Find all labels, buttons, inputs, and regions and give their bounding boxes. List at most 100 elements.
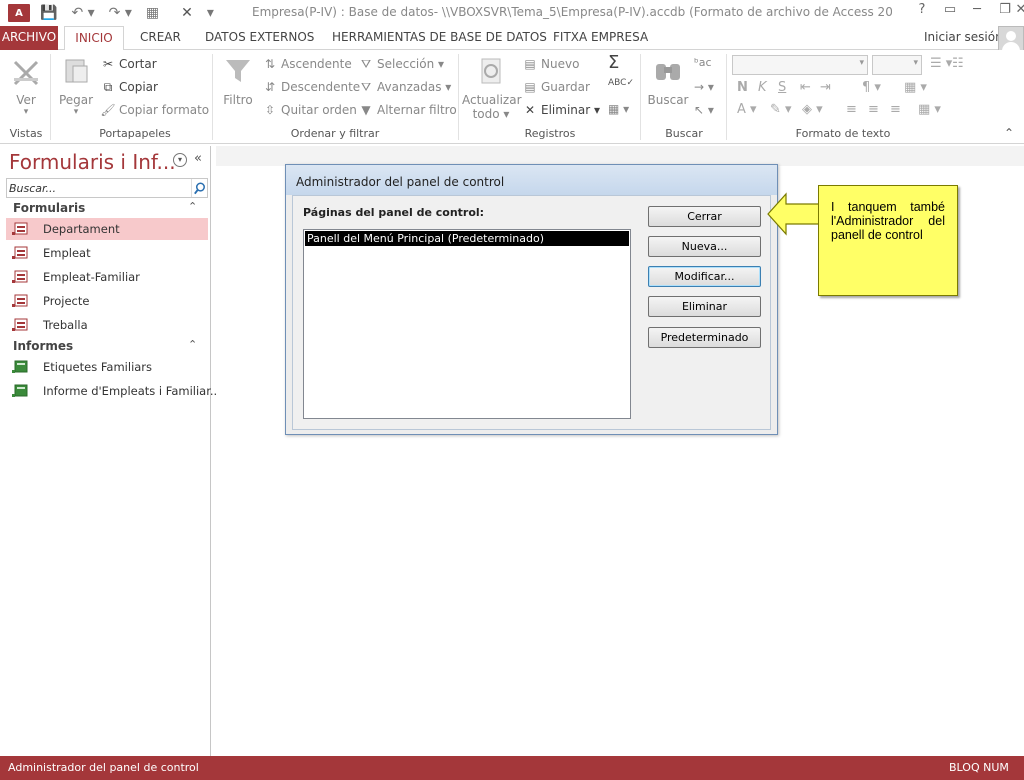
num-lock-indicator: BLOQ NUM	[949, 761, 1009, 774]
form-icon	[12, 294, 28, 307]
save-record-button[interactable]: ▤ Guardar	[522, 80, 590, 94]
cut-button[interactable]: ✂ Cortar	[100, 57, 157, 71]
selection-button[interactable]: ⛛ Selección ▾	[358, 57, 444, 72]
replace-icon[interactable]: ᵇac	[694, 56, 712, 69]
save-icon[interactable]: 💾	[40, 5, 57, 21]
tab-crear[interactable]: CREAR	[140, 26, 181, 50]
dialog-body: Páginas del panel de control: Panell del…	[292, 195, 771, 430]
form-icon	[12, 270, 28, 283]
close-object-icon[interactable]: ✕	[181, 5, 193, 21]
nav-item-treballa[interactable]: Treballa	[6, 314, 208, 336]
undo-icon[interactable]: ↶ ▾	[71, 5, 94, 21]
sort-ascending-button[interactable]: ⇅ Ascendente	[262, 57, 352, 71]
make-default-button[interactable]: Predeterminado	[648, 327, 761, 348]
nav-menu-chevron-icon[interactable]: ▾	[173, 153, 187, 167]
close-button[interactable]: Cerrar	[648, 206, 761, 227]
find-label: Buscar	[647, 93, 689, 107]
pages-list-label: Páginas del panel de control:	[303, 206, 485, 219]
customize-qat-icon[interactable]: ▦	[146, 5, 159, 21]
select-icon[interactable]: ↖ ▾	[694, 103, 714, 117]
sort-za-icon: ⇵	[264, 80, 276, 94]
minimize-button[interactable]: ─	[962, 2, 992, 17]
collapse-ribbon-icon[interactable]: ⌃	[1004, 126, 1014, 140]
alt-row-color-icon[interactable]: ▦ ▾	[918, 102, 941, 117]
nav-item-informe-empleats[interactable]: Informe d'Empleats i Familiar...	[6, 380, 221, 402]
bullets-icon[interactable]: ☰ ▾	[930, 56, 952, 71]
more-records-icon[interactable]: ▦ ▾	[608, 102, 629, 116]
collapse-section-icon[interactable]: ⌃	[188, 338, 197, 351]
spelling-icon[interactable]: ABC✓	[608, 78, 634, 88]
user-avatar[interactable]	[998, 26, 1024, 52]
refresh-all-button[interactable]: Actualizar todo ▾	[462, 56, 522, 121]
pages-list[interactable]: Panell del Menú Principal (Predeterminad…	[303, 229, 631, 419]
sign-in-link[interactable]: Iniciar sesión	[924, 30, 1003, 44]
bold-button[interactable]: N	[737, 80, 748, 95]
underline-button[interactable]: S	[778, 80, 786, 95]
italic-button[interactable]: K	[758, 80, 767, 95]
close-window-button[interactable]: ✕	[1014, 2, 1024, 17]
font-color-button[interactable]: A ▾	[737, 102, 757, 117]
fill-color-button[interactable]: ◈ ▾	[802, 102, 823, 117]
list-item[interactable]: Panell del Menú Principal (Predeterminad…	[305, 231, 629, 246]
save-record-icon: ▤	[524, 80, 536, 94]
view-button[interactable]: Ver ▾	[6, 56, 46, 117]
delete-record-button[interactable]: ✕ Eliminar ▾	[522, 103, 600, 117]
help-button[interactable]: ?	[907, 2, 937, 17]
edit-button[interactable]: Modificar...	[648, 266, 761, 287]
align-left-icon[interactable]: ≡	[846, 102, 857, 117]
delete-x-icon: ✕	[524, 103, 536, 117]
nav-item-etiquetes-familiars[interactable]: Etiquetes Familiars	[6, 356, 208, 378]
new-button[interactable]: Nueva...	[648, 236, 761, 257]
section-formularis[interactable]: Formularis ⌃	[6, 198, 208, 218]
indent-increase-icon[interactable]: ⇥	[820, 80, 831, 95]
scissors-icon: ✂	[102, 57, 114, 71]
form-icon	[12, 222, 28, 235]
remove-sort-button[interactable]: ⇳ Quitar orden	[262, 103, 357, 117]
section-informes[interactable]: Informes ⌃	[6, 336, 208, 356]
highlight-button[interactable]: ✎ ▾	[770, 102, 792, 117]
indent-decrease-icon[interactable]: ⇤	[800, 80, 811, 95]
nav-pane-title[interactable]: Formularis i Inf...	[9, 150, 176, 174]
numbering-icon[interactable]: ☷	[952, 56, 964, 71]
nav-search-input[interactable]	[9, 181, 189, 196]
tab-fitxa-empresa[interactable]: FITXA EMPRESA	[553, 26, 648, 50]
tab-archivo[interactable]: ARCHIVO	[0, 26, 58, 50]
tab-herramientas-bd[interactable]: HERRAMIENTAS DE BASE DE DATOS	[332, 26, 547, 50]
delete-button[interactable]: Eliminar	[648, 296, 761, 317]
search-icon[interactable]	[191, 179, 208, 197]
nav-item-empleat-familiar[interactable]: Empleat-Familiar	[6, 266, 208, 288]
redo-icon[interactable]: ↷ ▾	[109, 5, 132, 21]
align-right-icon[interactable]: ≡	[890, 102, 901, 117]
paragraph-direction-icon[interactable]: ¶ ▾	[862, 80, 881, 95]
font-name-combo[interactable]: ▾	[732, 55, 868, 75]
align-center-icon[interactable]: ≡	[868, 102, 879, 117]
tab-datos-externos[interactable]: DATOS EXTERNOS	[205, 26, 314, 50]
gridlines-icon[interactable]: ▦ ▾	[904, 80, 927, 95]
nav-item-projecte[interactable]: Projecte	[6, 290, 208, 312]
access-app-icon[interactable]: A	[8, 4, 30, 22]
sort-descending-button[interactable]: ⇵ Descendente	[262, 80, 360, 94]
advanced-button[interactable]: ⛛ Avanzadas ▾	[358, 80, 451, 95]
nav-item-empleat[interactable]: Empleat	[6, 242, 208, 264]
collapse-nav-icon[interactable]: «	[194, 151, 202, 166]
paste-button[interactable]: Pegar ▾	[56, 56, 96, 117]
copy-button[interactable]: ⧉ Copiar	[100, 80, 158, 95]
collapse-section-icon[interactable]: ⌃	[188, 200, 197, 213]
toggle-filter-button[interactable]: ▼ Alternar filtro	[358, 103, 456, 117]
paste-label: Pegar	[58, 93, 94, 107]
goto-icon[interactable]: → ▾	[694, 80, 714, 94]
qat-more-icon[interactable]: ▾	[207, 5, 214, 21]
find-button[interactable]: Buscar	[646, 56, 690, 107]
paste-icon	[65, 59, 88, 83]
status-bar: Administrador del panel de control BLOQ …	[0, 756, 1024, 780]
new-record-button[interactable]: ▤ Nuevo	[522, 57, 579, 71]
nav-item-departament[interactable]: Departament	[6, 218, 208, 240]
tab-inicio[interactable]: INICIO	[64, 26, 124, 51]
dialog-titlebar[interactable]: Administrador del panel de control	[286, 165, 777, 195]
ribbon-display-options-button[interactable]: ▭	[935, 2, 965, 17]
totals-icon[interactable]: Σ	[608, 52, 619, 73]
format-painter-button[interactable]: 🖌 Copiar formato	[100, 103, 209, 117]
font-size-combo[interactable]: ▾	[872, 55, 922, 75]
switchboard-manager-dialog: Administrador del panel de control Págin…	[285, 164, 778, 435]
filter-button[interactable]: Filtro	[218, 56, 258, 107]
